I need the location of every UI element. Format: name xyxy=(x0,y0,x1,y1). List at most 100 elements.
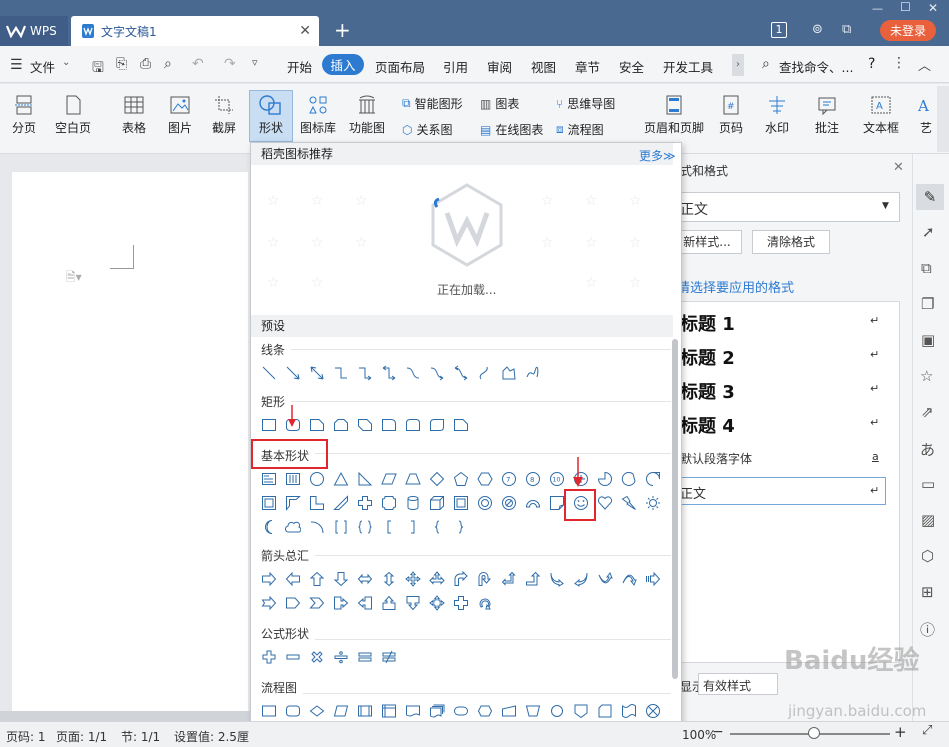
image-panel-icon[interactable]: ▣ xyxy=(921,331,935,349)
chevron-down-icon[interactable]: ▼ xyxy=(882,201,889,211)
login-button[interactable]: 未登录 xyxy=(880,20,936,41)
tab-references[interactable]: 引用 xyxy=(443,57,468,76)
donut-shape-icon[interactable] xyxy=(473,491,497,515)
export-icon[interactable]: ⎘ xyxy=(116,56,127,72)
round-same-side-rect-shape-icon[interactable] xyxy=(401,413,425,437)
bevel-shape-icon[interactable] xyxy=(449,491,473,515)
chord-shape-icon[interactable] xyxy=(617,467,641,491)
flow-punched-tape-shape-icon[interactable] xyxy=(617,699,641,723)
tab-developer[interactable]: 开发工具 xyxy=(663,57,713,76)
arc-shape-icon[interactable] xyxy=(305,515,329,539)
cloud-shape-icon[interactable] xyxy=(281,515,305,539)
chart-button[interactable]: ▥ 图表 xyxy=(480,95,519,112)
notched-right-arrow-shape-icon[interactable] xyxy=(257,591,281,615)
shapes-panel-icon[interactable]: ⧉ xyxy=(921,259,932,277)
style-heading-1[interactable]: 标题 1 xyxy=(680,310,735,336)
left-up-arrow-shape-icon[interactable] xyxy=(497,567,521,591)
function-chart-button[interactable]: 功能图 xyxy=(344,94,390,136)
flow-data-shape-icon[interactable] xyxy=(329,699,353,723)
oval-shape-icon[interactable] xyxy=(305,467,329,491)
tab-review[interactable]: 审阅 xyxy=(487,57,512,76)
icon-library-button[interactable]: 图标库 xyxy=(296,94,340,136)
tab-security[interactable]: 安全 xyxy=(619,57,644,76)
curved-left-arrow-shape-icon[interactable] xyxy=(569,567,593,591)
lightning-shape-icon[interactable] xyxy=(617,491,641,515)
redo-icon[interactable]: ↷ xyxy=(224,56,236,72)
flow-summing-junction-shape-icon[interactable] xyxy=(641,699,665,723)
elbow-arrow-shape-icon[interactable] xyxy=(353,361,377,385)
zoom-slider-thumb[interactable] xyxy=(808,727,820,739)
blank-page-button[interactable]: 空白页 xyxy=(50,94,96,136)
picture-button[interactable]: 图片 xyxy=(162,94,198,136)
chevron-down-icon[interactable]: ▾ xyxy=(710,166,715,176)
elbow-connector-shape-icon[interactable] xyxy=(329,361,353,385)
math-divide-shape-icon[interactable] xyxy=(329,645,353,669)
left-arrow-callout-shape-icon[interactable] xyxy=(353,591,377,615)
status-section[interactable]: 节: 1/1 xyxy=(121,728,160,745)
cloud-icon[interactable]: ⊚ xyxy=(812,22,823,37)
curved-connector-shape-icon[interactable] xyxy=(401,361,425,385)
zoom-in-icon[interactable]: + xyxy=(894,723,907,741)
flow-alternate-process-shape-icon[interactable] xyxy=(281,699,305,723)
line-shape-icon[interactable] xyxy=(257,361,281,385)
octagon-shape-icon[interactable]: 8 xyxy=(521,467,545,491)
math-not-equal-shape-icon[interactable] xyxy=(377,645,401,669)
left-right-arrow-shape-icon[interactable] xyxy=(353,567,377,591)
fullscreen-icon[interactable]: ⤢ xyxy=(922,723,932,738)
curved-arrow-shape-icon[interactable] xyxy=(425,361,449,385)
tab-insert[interactable]: 插入 xyxy=(322,54,364,75)
comment-button[interactable]: 批注 xyxy=(810,94,844,136)
star-icon[interactable]: ☆ xyxy=(920,367,933,385)
page-count-badge[interactable]: 1 xyxy=(771,22,787,38)
curved-up-arrow-shape-icon[interactable] xyxy=(593,567,617,591)
flow-preparation-shape-icon[interactable] xyxy=(473,699,497,723)
down-arrow-shape-icon[interactable] xyxy=(329,567,353,591)
hexagon-shape-icon[interactable] xyxy=(473,467,497,491)
flow-process-shape-icon[interactable] xyxy=(257,699,281,723)
double-arrow-line-shape-icon[interactable] xyxy=(305,361,329,385)
bent-arrow-shape-icon[interactable] xyxy=(449,567,473,591)
chevron-shape-icon[interactable] xyxy=(305,591,329,615)
translate-icon[interactable]: あ xyxy=(920,439,935,460)
diagonal-stripe-shape-icon[interactable] xyxy=(329,491,353,515)
flow-manual-operation-shape-icon[interactable] xyxy=(521,699,545,723)
textbox-shape-icon[interactable] xyxy=(257,467,281,491)
flow-connector-shape-icon[interactable] xyxy=(545,699,569,723)
search-icon[interactable]: ⌕ xyxy=(762,56,770,72)
flow-terminator-shape-icon[interactable] xyxy=(449,699,473,723)
style-heading-2[interactable]: 标题 2 xyxy=(680,344,735,370)
flow-offpage-connector-shape-icon[interactable] xyxy=(569,699,593,723)
picture-panel-icon[interactable]: ▨ xyxy=(921,511,935,529)
more-icon[interactable]: ⋮ xyxy=(892,55,906,71)
snip-round-rect-shape-icon[interactable] xyxy=(449,413,473,437)
share-icon[interactable]: ⧉ xyxy=(842,22,851,37)
right-arrow-shape-icon[interactable] xyxy=(257,567,281,591)
archive-icon[interactable]: ▭ xyxy=(921,475,935,493)
chevron-down-icon[interactable]: ⌄ xyxy=(62,57,70,68)
show-style-select[interactable]: 有效样式 xyxy=(698,673,778,695)
flow-internal-storage-shape-icon[interactable] xyxy=(377,699,401,723)
moon-shape-icon[interactable] xyxy=(257,515,281,539)
gallery-icon[interactable]: ❐ xyxy=(921,295,934,313)
curved-down-arrow-shape-icon[interactable] xyxy=(617,567,641,591)
snip-diagonal-rect-shape-icon[interactable] xyxy=(353,413,377,437)
left-right-up-arrow-shape-icon[interactable] xyxy=(425,567,449,591)
page-break-button[interactable]: 分页 xyxy=(6,94,42,136)
screenshot-button[interactable]: 截屏 xyxy=(206,94,242,136)
search-command[interactable]: 查找命令、... xyxy=(779,57,853,76)
right-bracket-shape-icon[interactable] xyxy=(401,515,425,539)
quad-arrow-shape-icon[interactable] xyxy=(401,567,425,591)
status-pages[interactable]: 页面: 1/1 xyxy=(56,728,107,745)
online-chart-button[interactable]: ▤ 在线图表 xyxy=(480,121,543,138)
double-brace-shape-icon[interactable] xyxy=(353,515,377,539)
flow-manual-input-shape-icon[interactable] xyxy=(497,699,521,723)
right-brace-shape-icon[interactable] xyxy=(449,515,473,539)
paragraph-icon[interactable]: 🗎▾ xyxy=(66,268,82,289)
table-button[interactable]: 表格 xyxy=(116,94,152,136)
left-bracket-shape-icon[interactable] xyxy=(377,515,401,539)
tab-section[interactable]: 章节 xyxy=(575,57,600,76)
round-corner-rect-shape-icon[interactable] xyxy=(377,413,401,437)
bent-up-arrow-shape-icon[interactable] xyxy=(521,567,545,591)
smart-art-button[interactable]: ⧉ 智能图形 xyxy=(402,95,463,112)
ribbon-scrollbar[interactable] xyxy=(937,86,949,152)
